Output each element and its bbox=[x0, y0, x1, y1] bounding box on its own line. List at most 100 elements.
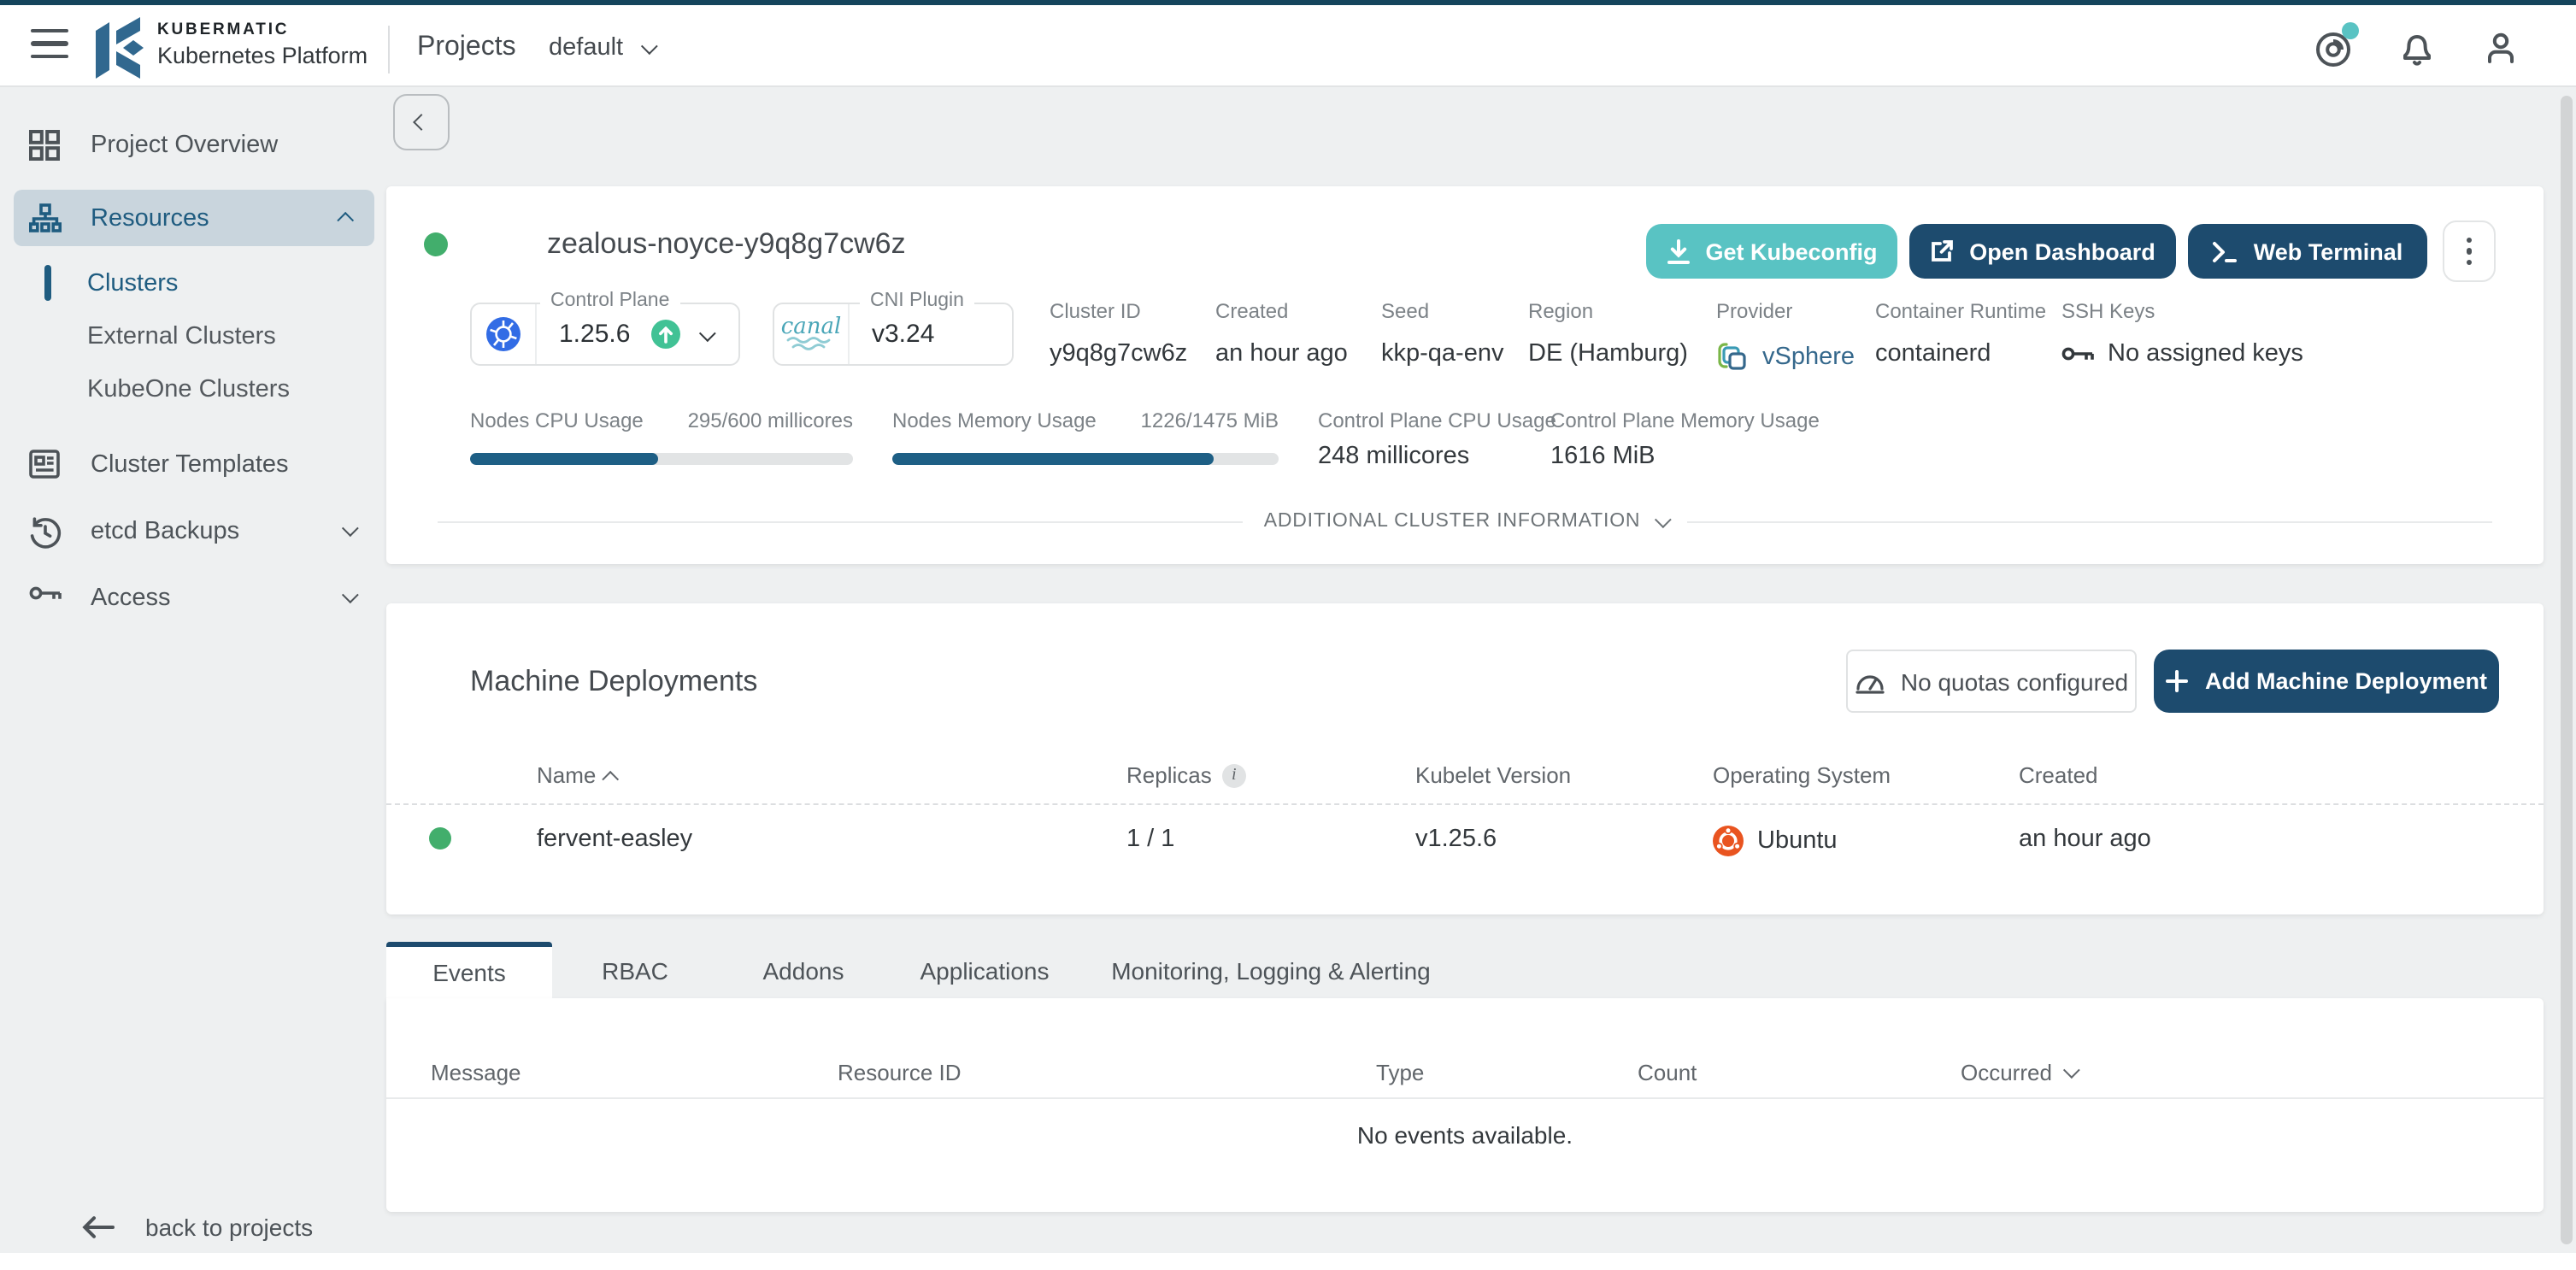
key-icon bbox=[2061, 347, 2094, 361]
plus-icon bbox=[2165, 670, 2188, 692]
add-machine-deployment-label: Add Machine Deployment bbox=[2204, 668, 2488, 694]
canal-logo-icon: canal bbox=[774, 304, 850, 364]
add-machine-deployment-button[interactable]: Add Machine Deployment bbox=[2154, 650, 2499, 713]
sitemap-icon bbox=[29, 203, 62, 233]
get-kubeconfig-label: Get Kubeconfig bbox=[1705, 238, 1878, 264]
additional-info-label: ADDITIONAL CLUSTER INFORMATION bbox=[1263, 511, 1641, 532]
project-selector[interactable]: default bbox=[549, 34, 657, 62]
sidebar-item-etcd-backups[interactable]: etcd Backups bbox=[0, 503, 388, 559]
column-header-message[interactable]: Message bbox=[431, 1060, 521, 1085]
nodes-memory-label: Nodes Memory Usage bbox=[892, 409, 1097, 432]
download-icon bbox=[1667, 238, 1690, 263]
field-label: Seed bbox=[1381, 299, 1430, 323]
upgrade-available-icon[interactable] bbox=[650, 320, 680, 349]
cluster-status-dot bbox=[424, 232, 448, 256]
template-icon bbox=[29, 449, 60, 479]
sidebar-item-label: KubeOne Clusters bbox=[87, 375, 290, 403]
history-icon bbox=[29, 515, 62, 548]
control-plane-label: Control Plane bbox=[540, 291, 680, 311]
nodes-memory-progressbar bbox=[892, 453, 1279, 465]
tab-monitoring-logging-alerting[interactable]: Monitoring, Logging & Alerting bbox=[1080, 942, 1461, 998]
chevron-down-icon bbox=[341, 586, 359, 604]
column-header-replicas[interactable]: Replicas bbox=[1126, 762, 1246, 788]
nodes-cpu-progressbar bbox=[470, 453, 853, 465]
user-icon[interactable] bbox=[2480, 27, 2521, 68]
cni-plugin-version: v3.24 bbox=[872, 320, 935, 349]
nodes-cpu-value: 295/600 millicores bbox=[687, 409, 853, 432]
header-divider bbox=[388, 26, 390, 73]
scrollbar[interactable] bbox=[2561, 96, 2573, 1244]
column-header-kubelet-version[interactable]: Kubelet Version bbox=[1415, 762, 1571, 788]
header-nav-title[interactable]: Projects bbox=[417, 32, 516, 63]
md-name: fervent-easley bbox=[537, 826, 693, 853]
cluster-tabs: Events RBAC Addons Applications Monitori… bbox=[386, 942, 1461, 998]
sidebar-item-kubeone-clusters[interactable]: KubeOne Clusters bbox=[0, 362, 388, 415]
cp-cpu-value: 248 millicores bbox=[1318, 443, 1470, 470]
ubuntu-icon bbox=[1713, 826, 1744, 856]
field-label: Provider bbox=[1716, 299, 1793, 323]
tab-addons[interactable]: Addons bbox=[718, 942, 889, 998]
help-announcements-icon[interactable] bbox=[2313, 22, 2359, 68]
web-terminal-button[interactable]: Web Terminal bbox=[2188, 224, 2427, 279]
events-panel: Message Resource ID Type Count Occurred … bbox=[386, 998, 2544, 1212]
open-dashboard-button[interactable]: Open Dashboard bbox=[1909, 224, 2176, 279]
events-empty-message: No events available. bbox=[1356, 1121, 1573, 1149]
chevron-down-icon[interactable] bbox=[698, 319, 716, 350]
field-value: vSphere bbox=[1762, 344, 1856, 371]
sidebar-item-clusters[interactable]: Clusters bbox=[0, 256, 388, 309]
field-provider: Provider vSphere bbox=[1716, 299, 1855, 374]
column-header-type[interactable]: Type bbox=[1376, 1060, 1424, 1085]
notification-badge bbox=[2342, 22, 2359, 39]
quota-note: No quotas configured bbox=[1846, 650, 2137, 713]
brand-line2: Kubernetes Platform bbox=[157, 43, 368, 68]
tab-events[interactable]: Events bbox=[386, 942, 552, 998]
gauge-icon bbox=[1856, 674, 1885, 693]
cluster-actions-menu-button[interactable] bbox=[2443, 220, 2496, 282]
canal-logo-text: canal bbox=[780, 315, 842, 340]
column-header-name[interactable]: Name bbox=[537, 762, 618, 788]
get-kubeconfig-button[interactable]: Get Kubeconfig bbox=[1646, 224, 1897, 279]
sort-asc-icon bbox=[606, 762, 618, 788]
sidebar-item-project-overview[interactable]: Project Overview bbox=[0, 116, 388, 173]
column-header-count[interactable]: Count bbox=[1638, 1060, 1697, 1085]
sidebar-item-cluster-templates[interactable]: Cluster Templates bbox=[0, 436, 388, 492]
md-operating-system: Ubuntu bbox=[1713, 826, 1838, 856]
column-header-created[interactable]: Created bbox=[2019, 762, 2098, 788]
kubernetes-icon bbox=[472, 304, 537, 364]
tab-applications[interactable]: Applications bbox=[889, 942, 1080, 998]
sidebar-item-label: Clusters bbox=[87, 269, 179, 297]
kubermatic-logo-icon[interactable] bbox=[94, 17, 147, 79]
field-value: y9q8g7cw6z bbox=[1050, 340, 1188, 367]
machine-deployments-title: Machine Deployments bbox=[470, 665, 758, 697]
sidebar-item-access[interactable]: Access bbox=[0, 569, 388, 626]
field-value: an hour ago bbox=[1215, 340, 1348, 367]
external-link-icon bbox=[1932, 240, 1954, 262]
sidebar-item-resources[interactable]: Resources bbox=[14, 190, 374, 246]
cp-memory-label: Control Plane Memory Usage bbox=[1550, 409, 1820, 432]
project-selector-value: default bbox=[549, 34, 624, 62]
back-to-projects-link[interactable]: back to projects bbox=[0, 1202, 388, 1253]
tab-rbac[interactable]: RBAC bbox=[552, 942, 718, 998]
sidebar-item-label: Cluster Templates bbox=[91, 450, 289, 478]
field-label: Cluster ID bbox=[1050, 299, 1141, 323]
column-header-occurred[interactable]: Occurred bbox=[1961, 1060, 2081, 1085]
sidebar-item-label: Resources bbox=[91, 204, 209, 232]
nodes-cpu-label: Nodes CPU Usage bbox=[470, 409, 644, 432]
back-button[interactable] bbox=[393, 94, 450, 150]
additional-cluster-information-toggle[interactable]: ADDITIONAL CLUSTER INFORMATION bbox=[438, 510, 2493, 532]
field-value: DE (Hamburg) bbox=[1528, 340, 1688, 367]
cp-memory-value: 1616 MiB bbox=[1550, 443, 1656, 470]
hamburger-menu-icon[interactable] bbox=[31, 29, 68, 62]
key-icon bbox=[29, 582, 62, 613]
info-icon[interactable] bbox=[1221, 763, 1246, 787]
column-header-resource-id[interactable]: Resource ID bbox=[838, 1060, 962, 1085]
header: KUBERMATIC Kubernetes Platform Projects … bbox=[0, 5, 2576, 87]
control-plane-version: 1.25.6 bbox=[559, 320, 631, 349]
bell-icon[interactable] bbox=[2397, 27, 2438, 68]
column-header-operating-system[interactable]: Operating System bbox=[1713, 762, 1891, 788]
control-plane-box[interactable]: Control Plane 1.25.6 bbox=[470, 291, 740, 366]
brand-line1: KUBERMATIC bbox=[157, 21, 290, 39]
md-replicas: 1 / 1 bbox=[1126, 826, 1175, 853]
md-kubelet-version: v1.25.6 bbox=[1415, 826, 1497, 853]
sidebar-item-external-clusters[interactable]: External Clusters bbox=[0, 309, 388, 362]
